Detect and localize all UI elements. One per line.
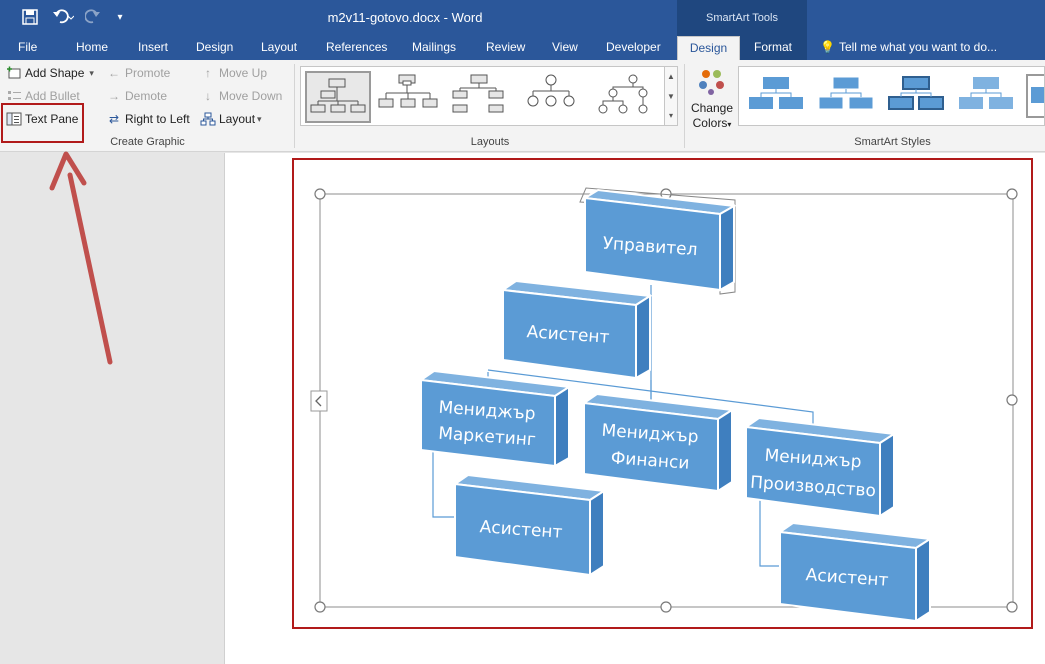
arrow-up-icon: ↑ xyxy=(205,66,211,80)
org-layout-icon xyxy=(200,112,216,126)
layout-button[interactable]: Layout ▾ xyxy=(200,109,262,129)
group-separator xyxy=(294,64,295,148)
style-thumb-simple-fill[interactable] xyxy=(745,73,807,119)
tab-file[interactable]: File xyxy=(14,36,41,60)
scroll-down-icon[interactable]: ▼ xyxy=(665,87,677,107)
node-marketing-manager[interactable]: Мениджър Маркетинг xyxy=(418,369,572,468)
create-graphic-group-label: Create Graphic xyxy=(110,136,185,148)
arrow-right-icon: → xyxy=(108,89,120,103)
layouts-gallery xyxy=(300,66,666,126)
node-assistant-top[interactable]: Асистент xyxy=(500,279,653,380)
style-thumb-moderate[interactable] xyxy=(955,73,1017,119)
demote-label: Demote xyxy=(125,89,168,103)
tab-insert[interactable]: Insert xyxy=(134,36,172,60)
smartart-styles-group-label: SmartArt Styles xyxy=(854,136,931,148)
lightbulb-icon: 💡 xyxy=(820,40,835,54)
add-shape-label: Add Shape xyxy=(25,66,85,80)
add-shape-icon xyxy=(6,66,22,80)
layouts-gallery-scrollbar[interactable]: ▲ ▼ ▾ xyxy=(664,66,678,126)
change-colors-label-2: Colors▾ xyxy=(692,116,732,130)
style-thumb-3d-selected[interactable] xyxy=(1025,73,1045,119)
layouts-group-label: Layouts xyxy=(470,136,510,148)
layout-thumb-half-circle[interactable] xyxy=(449,71,515,123)
tab-format[interactable]: Format xyxy=(750,36,796,60)
tab-layout[interactable]: Layout xyxy=(257,36,301,60)
right-to-left-button[interactable]: ⇄ Right to Left xyxy=(106,109,190,129)
scroll-up-icon[interactable]: ▲ xyxy=(665,67,677,87)
style-thumb-subtle[interactable] xyxy=(885,73,947,119)
layout-thumb-circle-picture[interactable] xyxy=(521,71,587,123)
layout-thumb-name-title[interactable] xyxy=(377,71,443,123)
tab-developer[interactable]: Developer xyxy=(602,36,665,60)
add-bullet-icon xyxy=(6,89,22,103)
dropdown-arrow-icon: ▾ xyxy=(89,67,94,78)
demote-button[interactable]: → Demote xyxy=(106,86,167,106)
promote-button[interactable]: ← Promote xyxy=(106,63,170,83)
style-thumb-white-outline[interactable] xyxy=(815,73,877,119)
move-down-label: Move Down xyxy=(219,89,283,103)
tab-mailings[interactable]: Mailings xyxy=(408,36,460,60)
tab-review[interactable]: Review xyxy=(482,36,529,60)
arrow-left-icon: ← xyxy=(108,66,120,80)
color-palette-icon xyxy=(699,70,724,95)
node-production-manager[interactable]: Мениджър Производство xyxy=(743,416,897,518)
tell-me-search[interactable]: 💡 Tell me what you want to do... xyxy=(820,36,997,60)
tab-home[interactable]: Home xyxy=(72,36,112,60)
change-colors-label-1: Change xyxy=(690,101,734,115)
promote-label: Promote xyxy=(125,66,171,80)
add-shape-button[interactable]: Add Shape ▾ xyxy=(6,63,94,83)
title-bar: ▾ m2v11-gotovo.docx - Word SmartArt Tool… xyxy=(0,0,1045,36)
node-finance-manager[interactable]: Мениджър Финанси xyxy=(581,392,735,493)
layout-thumb-org-chart[interactable] xyxy=(305,71,371,123)
right-to-left-label: Right to Left xyxy=(125,112,190,126)
tell-me-text: Tell me what you want to do... xyxy=(838,40,998,54)
layout-thumb-hierarchy[interactable] xyxy=(593,71,659,123)
smartart-tools-label: SmartArt Tools xyxy=(677,0,807,36)
tab-smartart-design[interactable]: Design xyxy=(677,36,740,60)
change-colors-button[interactable]: Change Colors▾ xyxy=(690,66,734,132)
node-assistant-left[interactable]: Асистент xyxy=(452,473,607,577)
tab-view[interactable]: View xyxy=(548,36,582,60)
node-assistant-right[interactable]: Асистент xyxy=(777,521,933,623)
right-to-left-icon: ⇄ xyxy=(108,112,120,126)
dropdown-arrow-icon: ▾ xyxy=(257,113,262,124)
move-down-button[interactable]: ↓ Move Down xyxy=(200,86,282,106)
smartart-styles-gallery xyxy=(738,66,1045,126)
add-bullet-label: Add Bullet xyxy=(25,89,80,103)
group-separator xyxy=(684,64,685,148)
gallery-more-icon[interactable]: ▾ xyxy=(665,107,677,125)
layout-label: Layout xyxy=(219,112,256,126)
tab-references[interactable]: References xyxy=(322,36,391,60)
move-up-button[interactable]: ↑ Move Up xyxy=(200,63,267,83)
arrow-down-icon: ↓ xyxy=(205,89,211,103)
move-up-label: Move Up xyxy=(219,66,268,80)
document-background xyxy=(0,153,224,664)
text-pane-highlight-box xyxy=(1,103,84,143)
tab-design[interactable]: Design xyxy=(192,36,237,60)
ribbon: Add Shape ▾ Add Bullet Text Pane ← Promo… xyxy=(0,60,1045,152)
